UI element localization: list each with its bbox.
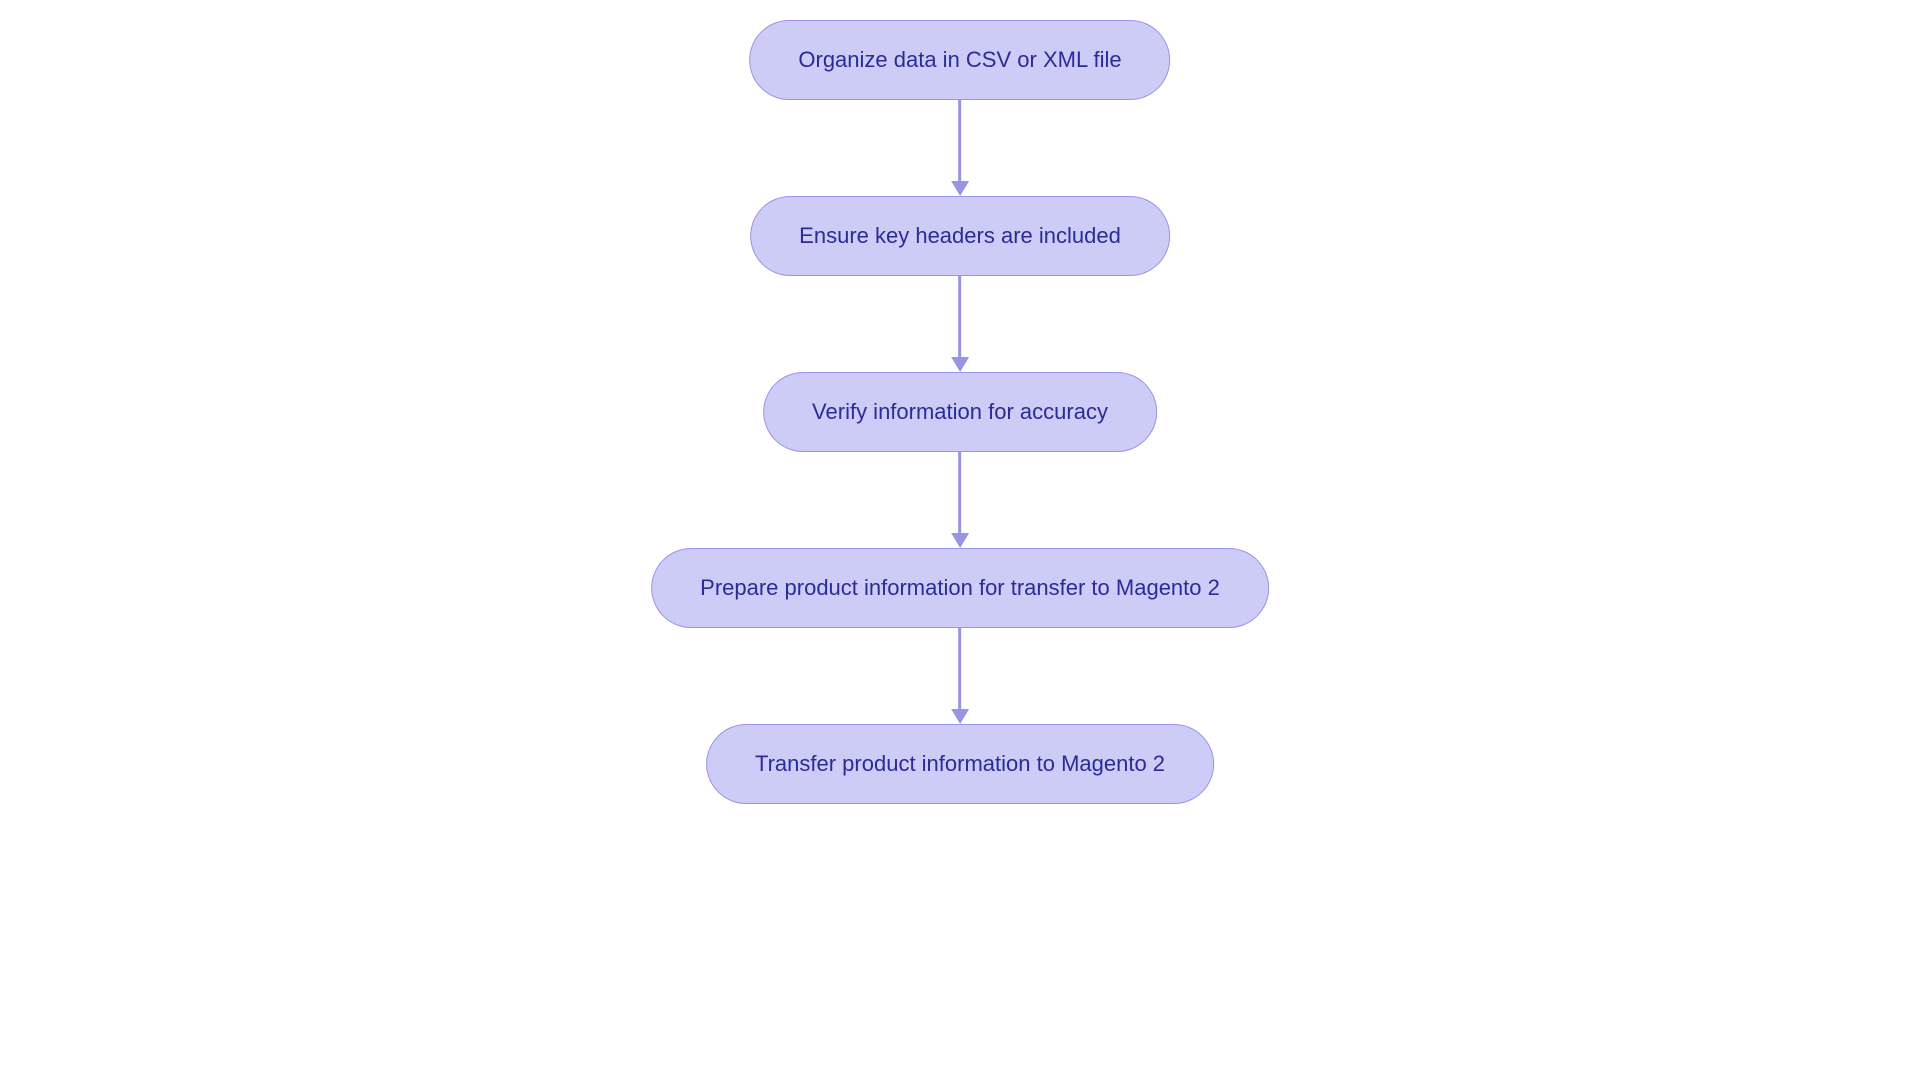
flow-node-transfer: Transfer product information to Magento … bbox=[706, 724, 1214, 804]
arrow-line bbox=[959, 276, 962, 358]
node-label: Prepare product information for transfer… bbox=[700, 575, 1220, 601]
arrow-line bbox=[959, 628, 962, 710]
flowchart-container: Organize data in CSV or XML file Ensure … bbox=[651, 20, 1269, 804]
arrow-head-icon bbox=[951, 181, 969, 196]
node-label: Ensure key headers are included bbox=[799, 223, 1121, 249]
node-label: Organize data in CSV or XML file bbox=[798, 47, 1121, 73]
arrow-head-icon bbox=[951, 709, 969, 724]
arrow-down-icon bbox=[951, 452, 969, 548]
flow-node-prepare-transfer: Prepare product information for transfer… bbox=[651, 548, 1269, 628]
flow-node-organize-data: Organize data in CSV or XML file bbox=[749, 20, 1170, 100]
arrow-head-icon bbox=[951, 533, 969, 548]
arrow-down-icon bbox=[951, 276, 969, 372]
arrow-line bbox=[959, 452, 962, 534]
node-label: Transfer product information to Magento … bbox=[755, 751, 1165, 777]
arrow-line bbox=[959, 100, 962, 182]
arrow-head-icon bbox=[951, 357, 969, 372]
flow-node-key-headers: Ensure key headers are included bbox=[750, 196, 1170, 276]
node-label: Verify information for accuracy bbox=[812, 399, 1108, 425]
flow-node-verify-accuracy: Verify information for accuracy bbox=[763, 372, 1157, 452]
arrow-down-icon bbox=[951, 100, 969, 196]
arrow-down-icon bbox=[951, 628, 969, 724]
